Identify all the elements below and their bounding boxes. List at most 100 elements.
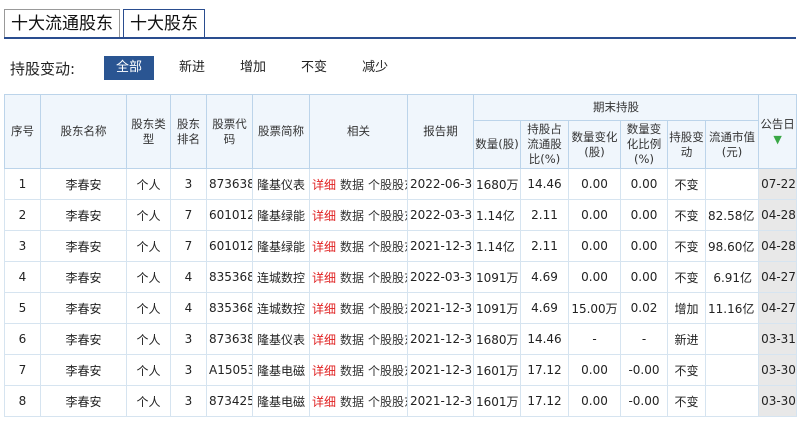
header-change-ratio: 数量变化比例(%): [620, 120, 668, 169]
cell-announce-date: 04-27: [758, 292, 798, 324]
cell-market-value: 6.91亿: [704, 261, 760, 293]
detail-link[interactable]: 详细: [312, 240, 336, 254]
detail-link[interactable]: 详细: [312, 364, 336, 378]
cell-holder-name[interactable]: 李春安: [40, 230, 127, 262]
cell-stock-name-link[interactable]: 隆基仪表: [252, 168, 310, 200]
cell-stock-name-link[interactable]: 隆基电磁: [252, 354, 310, 386]
cell-holder-name[interactable]: 李春安: [40, 385, 127, 417]
stock-holders-link[interactable]: 个股股东: [368, 333, 406, 347]
cell-change-ratio: -: [620, 323, 668, 355]
cell-holder-type: 个人: [126, 168, 171, 200]
cell-related-links: 详细数据个股股东: [309, 292, 408, 324]
detail-link[interactable]: 详细: [312, 395, 336, 409]
filter-label: 持股变动:: [10, 59, 76, 78]
cell-related-links: 详细数据个股股东: [309, 199, 408, 231]
cell-holder-name[interactable]: 李春安: [40, 261, 127, 293]
cell-stock-code-link[interactable]: A15053: [206, 354, 253, 386]
cell-quantity: 1680万: [473, 168, 521, 200]
cell-stock-code-link[interactable]: 873638: [206, 168, 253, 200]
detail-link[interactable]: 详细: [312, 333, 336, 347]
cell-float-ratio: 14.46: [520, 168, 569, 200]
header-holder-type: 股东类型: [126, 94, 171, 169]
header-stock-code: 股票代码: [206, 94, 253, 169]
cell-holder-name[interactable]: 李春安: [40, 168, 127, 200]
data-link[interactable]: 数据: [340, 209, 364, 223]
table-row[interactable]: 3李春安个人7601012隆基绿能详细数据个股股东2021-12-311.14亿…: [4, 230, 798, 262]
filter-new-button[interactable]: 新进: [169, 56, 215, 80]
tab-float-holders[interactable]: 十大流通股东: [4, 9, 120, 37]
filter-increase-button[interactable]: 增加: [230, 56, 276, 80]
data-link[interactable]: 数据: [340, 364, 364, 378]
stock-holders-link[interactable]: 个股股东: [368, 240, 406, 254]
cell-holder-name[interactable]: 李春安: [40, 199, 127, 231]
cell-stock-name-link[interactable]: 隆基电磁: [252, 385, 310, 417]
cell-holder-name[interactable]: 李春安: [40, 323, 127, 355]
cell-stock-code-link[interactable]: 835368: [206, 292, 253, 324]
detail-link[interactable]: 详细: [312, 209, 336, 223]
cell-quantity-change: -: [568, 323, 621, 355]
cell-index: 1: [4, 168, 41, 200]
cell-holding-change: 不变: [667, 385, 706, 417]
tab-top-holders[interactable]: 十大股东: [123, 9, 205, 39]
data-link[interactable]: 数据: [340, 395, 364, 409]
cell-stock-name-link[interactable]: 连城数控: [252, 292, 310, 324]
cell-report-period: 2022-06-30: [407, 168, 474, 200]
cell-report-period: 2021-12-31: [407, 354, 474, 386]
header-market-value: 流通市值(元): [704, 120, 760, 169]
cell-stock-code-link[interactable]: 601012: [206, 199, 253, 231]
header-announce-date[interactable]: 公告日 ▼: [758, 94, 798, 169]
data-link[interactable]: 数据: [340, 240, 364, 254]
table-row[interactable]: 4李春安个人4835368连城数控详细数据个股股东2022-03-311091万…: [4, 261, 798, 293]
detail-link[interactable]: 详细: [312, 302, 336, 316]
table-row[interactable]: 8李春安个人3873425隆基电磁详细数据个股股东2021-12-311601万…: [4, 385, 798, 417]
cell-change-ratio: 0.00: [620, 168, 668, 200]
cell-float-ratio: 2.11: [520, 199, 569, 231]
stock-holders-link[interactable]: 个股股东: [368, 209, 406, 223]
data-link[interactable]: 数据: [340, 178, 364, 192]
sort-down-icon[interactable]: ▼: [773, 133, 781, 146]
stock-holders-link[interactable]: 个股股东: [368, 395, 406, 409]
stock-holders-link[interactable]: 个股股东: [368, 178, 406, 192]
cell-report-period: 2021-12-31: [407, 385, 474, 417]
filter-decrease-button[interactable]: 减少: [352, 56, 398, 80]
cell-float-ratio: 2.11: [520, 230, 569, 262]
cell-stock-name-link[interactable]: 隆基绿能: [252, 199, 310, 231]
cell-related-links: 详细数据个股股东: [309, 261, 408, 293]
cell-holding-change: 新进: [667, 323, 706, 355]
data-link[interactable]: 数据: [340, 302, 364, 316]
cell-market-value: [704, 323, 760, 355]
cell-report-period: 2022-03-31: [407, 261, 474, 293]
cell-market-value: 11.16亿: [704, 292, 760, 324]
announce-date-label: 公告日: [760, 116, 795, 131]
cell-stock-code-link[interactable]: 873638: [206, 323, 253, 355]
header-report-period: 报告期: [407, 94, 474, 169]
cell-stock-code-link[interactable]: 873425: [206, 385, 253, 417]
data-link[interactable]: 数据: [340, 333, 364, 347]
stock-holders-link[interactable]: 个股股东: [368, 302, 406, 316]
cell-stock-code-link[interactable]: 835368: [206, 261, 253, 293]
table-row[interactable]: 5李春安个人4835368连城数控详细数据个股股东2021-12-311091万…: [4, 292, 798, 324]
cell-holder-name[interactable]: 李春安: [40, 354, 127, 386]
cell-stock-name-link[interactable]: 隆基绿能: [252, 230, 310, 262]
cell-related-links: 详细数据个股股东: [309, 323, 408, 355]
stock-holders-link[interactable]: 个股股东: [368, 364, 406, 378]
cell-stock-code-link[interactable]: 601012: [206, 230, 253, 262]
cell-report-period: 2021-12-31: [407, 230, 474, 262]
stock-holders-link[interactable]: 个股股东: [368, 271, 406, 285]
cell-quantity-change: 0.00: [568, 354, 621, 386]
table-row[interactable]: 7李春安个人3A15053隆基电磁详细数据个股股东2021-12-311601万…: [4, 354, 798, 386]
data-link[interactable]: 数据: [340, 271, 364, 285]
cell-stock-name-link[interactable]: 连城数控: [252, 261, 310, 293]
filter-unchanged-button[interactable]: 不变: [291, 56, 337, 80]
cell-report-period: 2021-12-31: [407, 323, 474, 355]
table-row[interactable]: 2李春安个人7601012隆基绿能详细数据个股股东2022-03-311.14亿…: [4, 199, 798, 231]
table-row[interactable]: 6李春安个人3873638隆基仪表详细数据个股股东2021-12-311680万…: [4, 323, 798, 355]
cell-holder-name[interactable]: 李春安: [40, 292, 127, 324]
cell-index: 7: [4, 354, 41, 386]
cell-stock-name-link[interactable]: 隆基仪表: [252, 323, 310, 355]
detail-link[interactable]: 详细: [312, 178, 336, 192]
cell-holder-type: 个人: [126, 261, 171, 293]
table-row[interactable]: 1李春安个人3873638隆基仪表详细数据个股股东2022-06-301680万…: [4, 168, 798, 200]
detail-link[interactable]: 详细: [312, 271, 336, 285]
filter-all-button[interactable]: 全部: [104, 56, 155, 80]
